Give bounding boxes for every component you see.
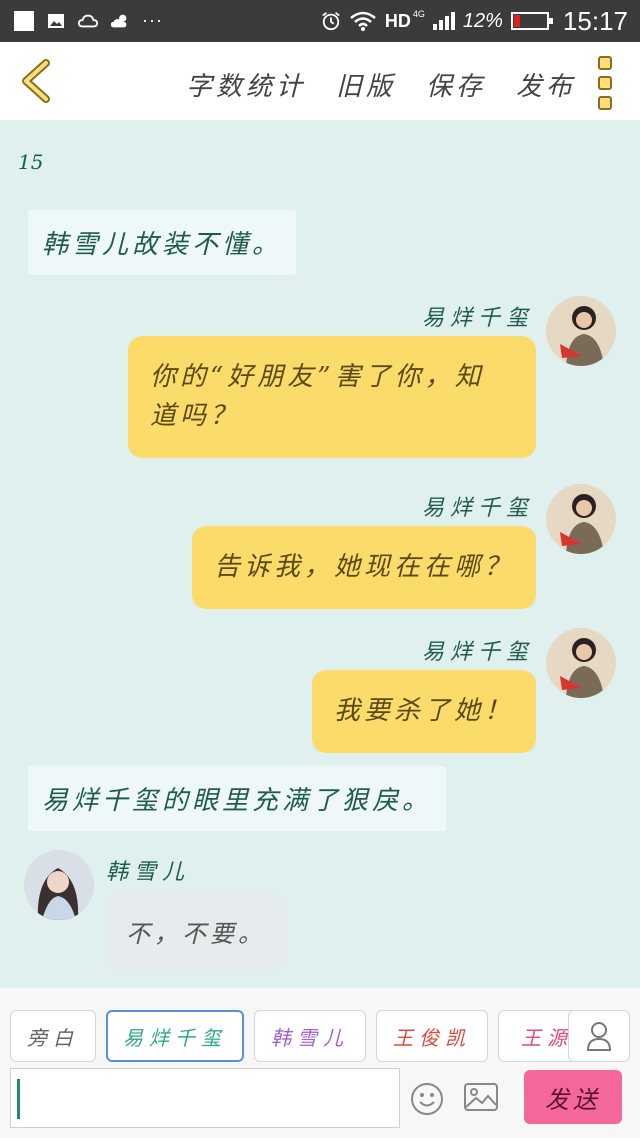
word-count-button[interactable]: 字数统计 <box>186 66 306 103</box>
speaker-name: 韩雪儿 <box>106 860 191 885</box>
role-button-yi-yangqianxi[interactable]: 易烊千玺 <box>106 1010 244 1062</box>
avatar[interactable] <box>546 628 616 698</box>
cloud-icon <box>78 12 98 30</box>
more-dots-icon: ··· <box>142 10 163 30</box>
narration-message: 韩雪儿故装不懂。 <box>28 210 297 275</box>
clock: 15:17 <box>562 5 628 36</box>
wifi-icon <box>349 11 377 31</box>
save-button[interactable]: 保存 <box>426 66 486 103</box>
alarm-icon <box>321 12 341 31</box>
chat-bubble: 我要杀了她！ <box>311 670 536 753</box>
battery-icon <box>510 12 553 30</box>
role-button-narrator[interactable]: 旁白 <box>10 1010 96 1062</box>
role-button-wang-junkai[interactable]: 王俊凯 <box>376 1010 488 1062</box>
avatar[interactable] <box>546 296 616 366</box>
speaker-name: 易烊千玺 <box>421 640 534 665</box>
publish-button[interactable]: 发布 <box>516 66 576 103</box>
speaker-name: 易烊千玺 <box>421 306 534 331</box>
signal-icon <box>432 12 455 30</box>
narration-message: 易烊千玺的眼里充满了狠戾。 <box>28 766 447 831</box>
battery-percent: 12% <box>462 9 503 32</box>
weather-icon <box>110 12 130 30</box>
message-count: 15 <box>18 150 44 174</box>
network-type: HD <box>384 10 411 31</box>
chat-area[interactable]: 15 韩雪儿故装不懂。 易烊千玺 你的“好朋友”害了你，知道吗？ 易烊千玺 告诉… <box>0 120 640 988</box>
image-picker-icon[interactable] <box>463 1082 499 1112</box>
emoji-icon[interactable] <box>410 1082 444 1116</box>
old-version-button[interactable]: 旧版 <box>336 66 396 103</box>
avatar[interactable] <box>24 850 94 920</box>
add-role-button[interactable] <box>568 1010 630 1062</box>
chat-bubble: 告诉我，她现在在哪？ <box>191 526 536 609</box>
message-input[interactable] <box>10 1068 400 1128</box>
speaker-name: 易烊千玺 <box>421 496 534 521</box>
role-button-han-xueer[interactable]: 韩雪儿 <box>254 1010 366 1062</box>
image-icon <box>46 12 66 30</box>
avatar[interactable] <box>546 484 616 554</box>
text-caret <box>17 1079 20 1119</box>
back-chevron-icon[interactable] <box>18 59 54 103</box>
chat-bubble: 你的“好朋友”害了你，知道吗？ <box>128 336 536 458</box>
person-icon <box>586 1022 612 1051</box>
send-button[interactable]: 发送 <box>524 1070 622 1124</box>
notification-square-icon <box>14 10 34 31</box>
more-menu-icon[interactable] <box>598 56 614 110</box>
chat-bubble: 不，不要。 <box>104 892 288 971</box>
top-toolbar: 字数统计 旧版 保存 发布 <box>0 42 640 120</box>
status-bar: ··· HD 4G 12% 15:17 <box>0 0 640 42</box>
network-sub: 4G <box>412 9 425 19</box>
